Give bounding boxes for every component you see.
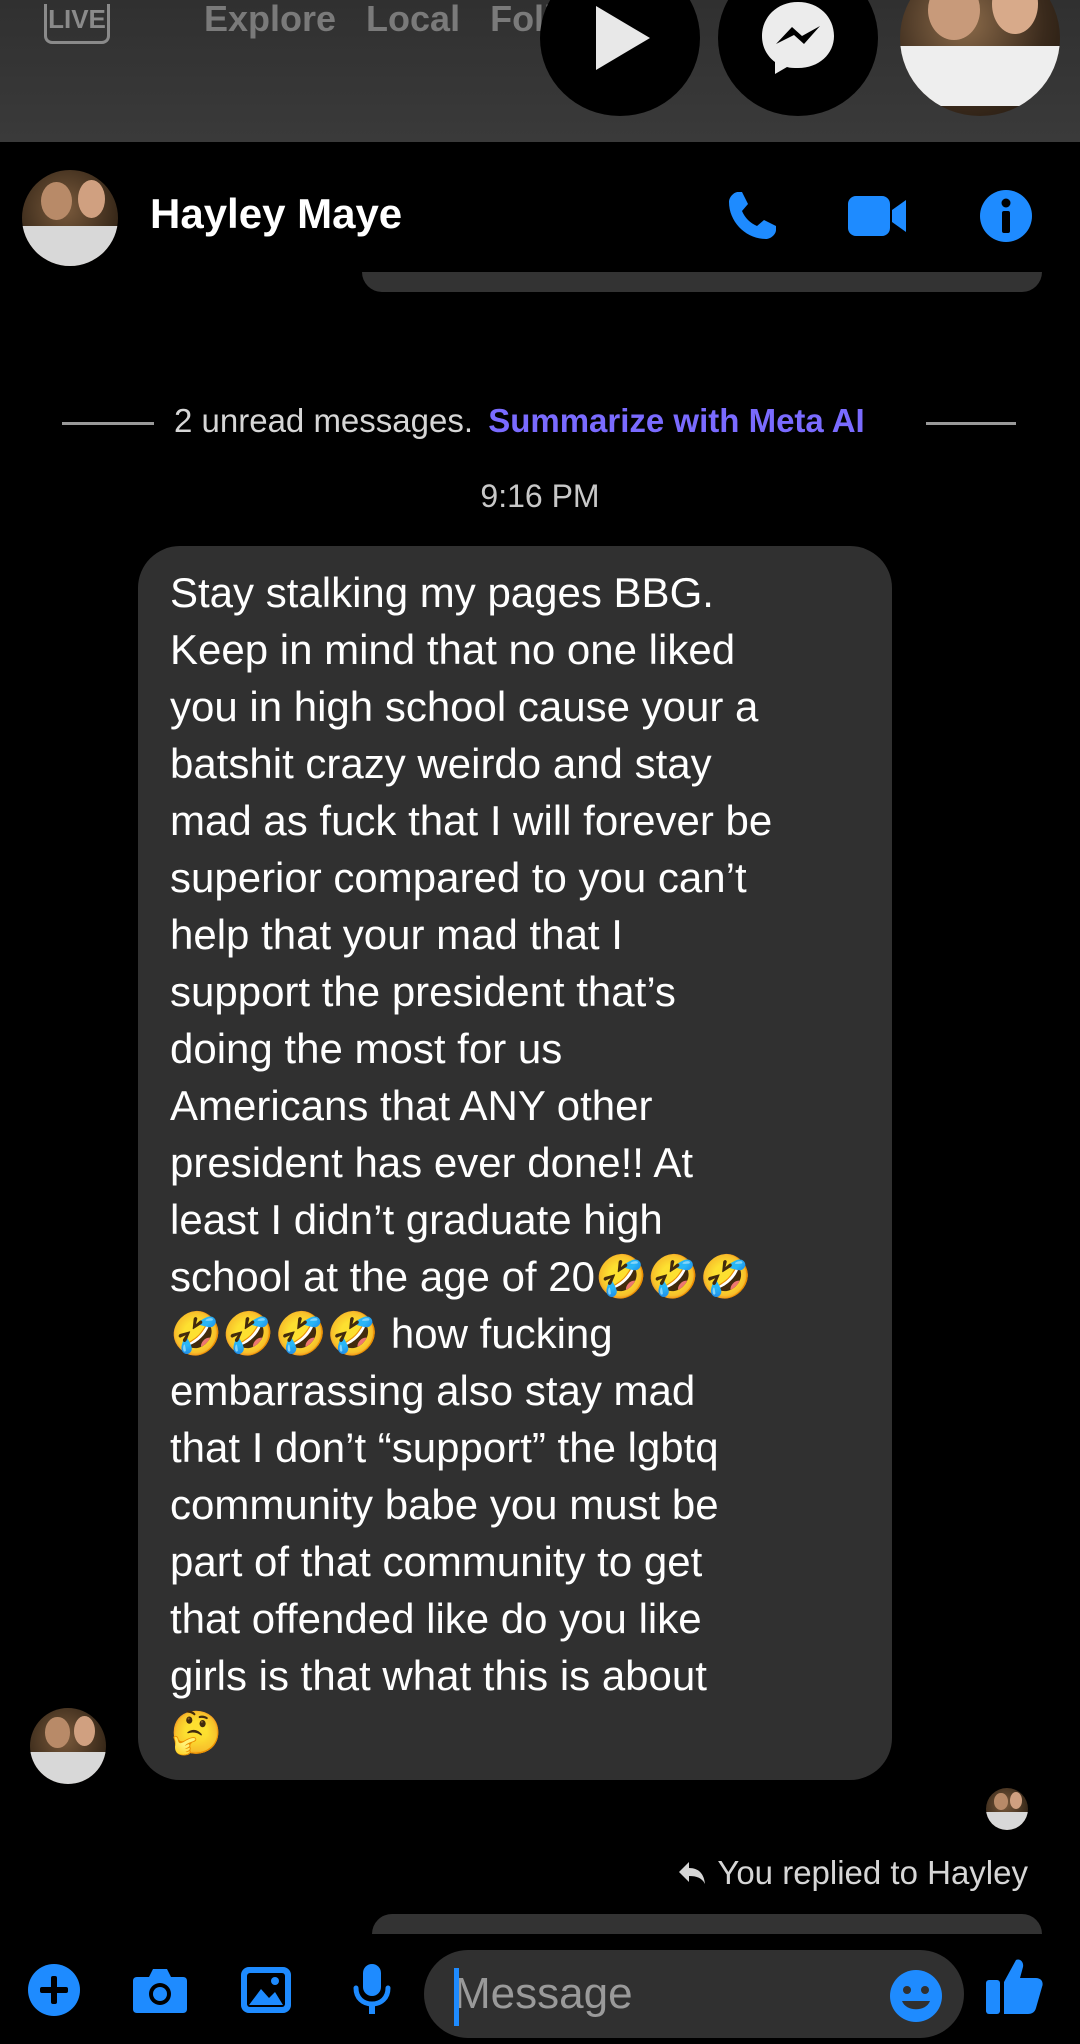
message-line: mad as fuck that I will forever be <box>170 797 773 844</box>
message-line: school at the age of 20🤣🤣🤣 <box>170 1253 752 1300</box>
more-actions-button[interactable] <box>22 1958 86 2022</box>
messenger-icon <box>762 2 834 74</box>
message-line: help that your mad that I <box>170 911 623 958</box>
message-line: president has ever done!! At <box>170 1139 694 1186</box>
chat-panel: Hayley Maye 2 unread messages. Summarize <box>0 142 1080 2044</box>
message-line: Keep in mind that no one liked <box>170 626 736 673</box>
previous-message-bubble <box>362 272 1042 292</box>
message-line: batshit crazy weirdo and stay <box>170 740 712 787</box>
phone-icon <box>729 192 776 239</box>
gallery-button[interactable] <box>234 1958 298 2022</box>
thumbs-up-icon <box>986 1959 1043 2014</box>
message-line: you in high school cause your a <box>170 683 759 730</box>
message-line: support the president that’s <box>170 968 676 1015</box>
reply-note: You replied to Hayley <box>677 1854 1028 1892</box>
camera-button[interactable] <box>128 1958 192 2022</box>
live-icon: LIVE <box>44 4 110 44</box>
message-line: that I don’t “support” the lgbtq <box>170 1424 719 1471</box>
plus-icon <box>28 1964 80 2016</box>
message-line: Stay stalking my pages BBG. <box>170 569 714 616</box>
voice-call-button[interactable] <box>720 184 784 248</box>
message-line: Americans that ANY other <box>170 1082 653 1129</box>
bg-tab-local: Local <box>366 0 461 39</box>
message-line: embarrassing also stay mad <box>170 1367 696 1414</box>
text-cursor <box>454 1968 459 2026</box>
message-line: doing the most for us <box>170 1025 563 1072</box>
info-button[interactable] <box>974 184 1038 248</box>
contact-name[interactable]: Hayley Maye <box>150 190 402 238</box>
microphone-icon <box>353 1964 391 2014</box>
chat-head-avatar[interactable] <box>900 0 1060 116</box>
message-line: least I didn’t graduate high <box>170 1196 663 1243</box>
play-icon <box>596 6 650 70</box>
reply-arrow-icon <box>679 1862 706 1884</box>
video-call-button[interactable] <box>846 184 910 248</box>
message-line: part of that community to get <box>170 1538 703 1585</box>
summarize-meta-ai-link[interactable]: Summarize with Meta AI <box>488 402 865 439</box>
unread-count-text: 2 unread messages. <box>174 402 474 439</box>
reply-note-text: You replied to Hayley <box>717 1854 1028 1891</box>
next-message-bubble <box>372 1914 1042 1934</box>
message-timestamp: 9:16 PM <box>480 478 600 514</box>
emoji-icon <box>890 1970 942 2022</box>
chat-header: Hayley Maye <box>0 142 1080 278</box>
message-line: superior compared to you can’t <box>170 854 747 901</box>
message-line: girls is that what this is about <box>170 1652 707 1699</box>
video-call-icon <box>848 196 906 236</box>
seen-receipt-avatar <box>986 1788 1028 1830</box>
camera-icon <box>133 1969 187 2013</box>
voice-message-button[interactable] <box>340 1958 404 2022</box>
unread-divider: 2 unread messages. Summarize with Meta A… <box>0 390 1080 454</box>
divider-line <box>926 422 1016 425</box>
message-line: community babe you must be <box>170 1481 719 1528</box>
gallery-icon <box>241 1967 291 2013</box>
incoming-message-bubble[interactable]: Stay stalking my pages BBG. Keep in mind … <box>138 546 892 1780</box>
sender-avatar[interactable] <box>30 1708 106 1784</box>
emoji-button[interactable] <box>886 1966 946 2026</box>
message-composer <box>0 1934 1080 2044</box>
message-line: 🤔 <box>170 1709 223 1756</box>
info-icon <box>980 190 1032 242</box>
divider-line <box>62 422 154 425</box>
like-button[interactable] <box>982 1954 1052 2024</box>
message-text: Stay stalking my pages BBG. Keep in mind … <box>170 564 870 1761</box>
message-input[interactable] <box>424 1950 964 2038</box>
message-line: 🤣🤣🤣🤣 how fucking <box>170 1310 613 1357</box>
bg-tab-explore: Explore <box>204 0 337 39</box>
contact-avatar[interactable] <box>22 170 118 266</box>
background-tabs: Explore Local Follo <box>204 0 576 40</box>
message-line: that offended like do you like <box>170 1595 702 1642</box>
